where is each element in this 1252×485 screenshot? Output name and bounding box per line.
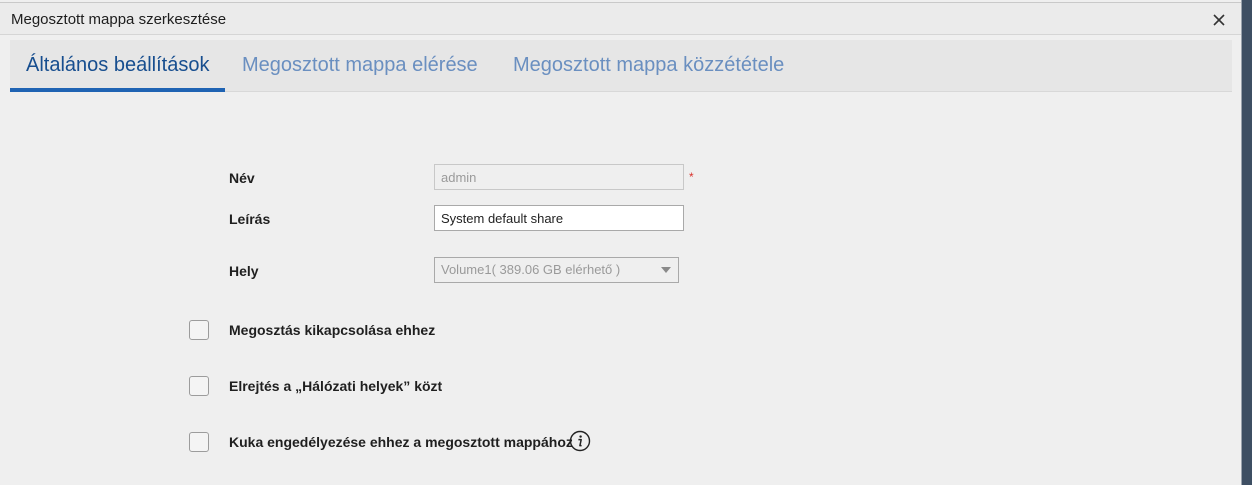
chevron-down-icon	[661, 267, 671, 273]
tab-shared-folder-access[interactable]: Megosztott mappa elérése	[242, 40, 478, 92]
name-input[interactable]	[434, 164, 684, 190]
tab-bar: Általános beállítások Megosztott mappa e…	[10, 40, 1232, 92]
tab-label: Általános beállítások	[26, 54, 210, 76]
dialog-title: Megosztott mappa szerkesztése	[11, 11, 227, 28]
tab-label: Megosztott mappa elérése	[242, 54, 478, 76]
close-icon[interactable]	[1208, 9, 1230, 31]
hide-network-places-label: Elrejtés a „Hálózati helyek” közt	[229, 378, 443, 394]
location-label: Hely	[229, 263, 259, 279]
info-icon[interactable]	[569, 430, 591, 452]
disable-sharing-checkbox[interactable]	[189, 320, 209, 340]
edit-shared-folder-dialog: Megosztott mappa szerkesztése Általános …	[0, 0, 1242, 485]
active-tab-indicator	[10, 88, 225, 92]
location-selected-value: Volume1( 389.06 GB elérhető )	[441, 262, 621, 277]
tab-shared-folder-publishing[interactable]: Megosztott mappa közzététele	[513, 40, 784, 92]
required-mark: *	[689, 170, 694, 184]
dialog-titlebar: Megosztott mappa szerkesztése	[0, 2, 1241, 35]
description-input[interactable]	[434, 205, 684, 231]
description-label: Leírás	[229, 211, 271, 227]
location-select[interactable]: Volume1( 389.06 GB elérhető )	[434, 257, 679, 283]
tab-label: Megosztott mappa közzététele	[513, 54, 785, 76]
enable-recycle-bin-checkbox[interactable]	[189, 432, 209, 452]
name-label: Név	[229, 170, 255, 186]
tab-general-settings[interactable]: Általános beállítások	[26, 40, 209, 92]
hide-network-places-checkbox[interactable]	[189, 376, 209, 396]
disable-sharing-label: Megosztás kikapcsolása ehhez	[229, 322, 436, 338]
enable-recycle-bin-label: Kuka engedélyezése ehhez a megosztott ma…	[229, 434, 573, 450]
